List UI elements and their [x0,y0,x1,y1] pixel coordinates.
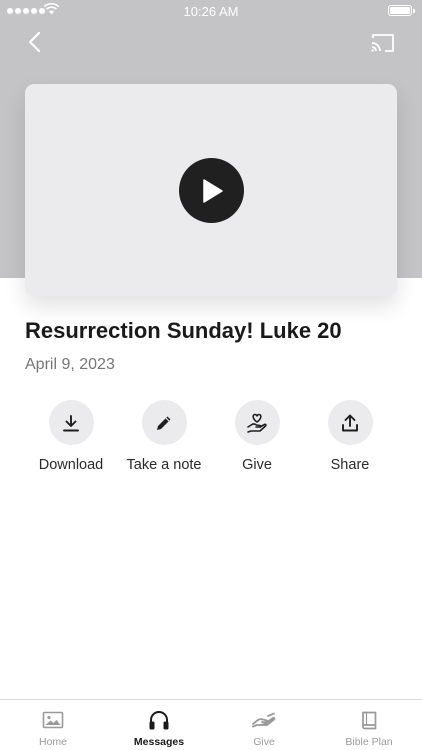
video-player[interactable] [25,84,397,296]
take-note-button[interactable]: Take a note [114,400,214,473]
play-button[interactable] [179,158,244,223]
download-circle [48,400,94,445]
play-icon [202,178,223,203]
give-circle [234,400,280,445]
download-button[interactable]: Download [21,400,121,473]
tab-messages[interactable]: Messages [106,700,212,750]
share-icon [342,414,358,431]
tab-bible-plan[interactable]: Bible Plan [316,700,422,750]
share-circle [327,400,373,445]
tab-bible-plan-label: Bible Plan [345,736,393,748]
cast-icon [371,34,394,52]
battery-icon [388,5,415,16]
heart-hand-icon [247,413,267,433]
download-label: Download [38,457,104,473]
tab-bar: Home Messages Give Bible Plan [0,699,422,750]
book-icon [362,711,377,729]
giving-hand-icon [252,712,276,728]
cast-button[interactable] [368,30,398,56]
back-button[interactable] [20,28,48,56]
download-icon [63,414,79,431]
status-bar: 10:26 AM [0,0,422,22]
pencil-icon [157,416,171,430]
tab-give[interactable]: Give [211,700,317,750]
share-button[interactable]: Share [300,400,400,473]
take-note-circle [141,400,187,445]
message-date: April 9, 2023 [25,356,115,373]
tab-home-label: Home [38,736,67,748]
image-icon [42,711,64,729]
tab-give-label: Give [253,736,275,748]
give-button[interactable]: Give [207,400,307,473]
headphones-icon [149,710,169,729]
give-label: Give [242,457,272,473]
message-title: Resurrection Sunday! Luke 20 [25,318,342,343]
status-time: 10:26 AM [183,4,239,19]
action-row: Download Take a note Give Share [0,400,422,480]
tab-messages-label: Messages [133,736,185,748]
take-note-label: Take a note [126,457,202,473]
chevron-left-icon [28,31,41,53]
tab-home[interactable]: Home [0,700,106,750]
share-label: Share [330,457,370,473]
